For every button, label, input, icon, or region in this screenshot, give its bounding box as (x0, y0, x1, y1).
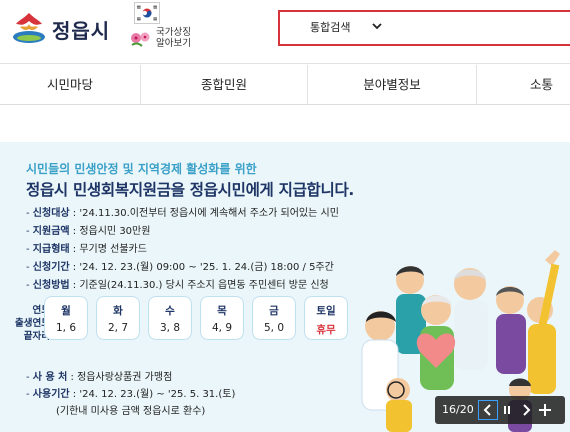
plus-icon[interactable] (536, 401, 554, 419)
slider-controls: 16/20 (435, 396, 565, 424)
pause-icon[interactable] (498, 401, 516, 419)
city-emblem-icon (13, 13, 45, 43)
detail-row: - 신청방법 : 기준일(24.11.30.) 당시 주소지 읍면동 주민센터 … (26, 280, 329, 291)
weekday-box-mon: 월 1, 6 (44, 296, 88, 340)
banner-subtitle: 시민들의 민생안정 및 지역경제 활성화를 위한 (26, 162, 257, 176)
weekday-schedule: 월 1, 6 화 2, 7 수 3, 8 목 4, 9 금 5, 0 토일 휴무 (44, 296, 364, 346)
weekday-box-fri: 금 5, 0 (252, 296, 296, 340)
usage-note: (기한내 미사용 금액 정읍시로 환수) (56, 406, 206, 417)
main-navigation: 시민마당 종합민원 분야별정보 소통 (0, 65, 570, 105)
city-name: 정읍시 (52, 19, 111, 43)
weekday-box-wed: 수 3, 8 (148, 296, 192, 340)
national-symbol-label: 국가상징 알아보기 (156, 27, 191, 49)
nav-item-communication[interactable]: 소통 (530, 65, 570, 105)
nav-item-field-info[interactable]: 분야별정보 (308, 65, 476, 105)
banner-details: - 신청대상 : '24.11.30.이전부터 정읍시에 계속해서 주소가 되어… (26, 204, 386, 294)
detail-row: - 신청기간 : '24. 12. 23.(월) 09:00 ~ '25. 1.… (26, 262, 334, 273)
detail-row: - 신청대상 : '24.11.30.이전부터 정읍시에 계속해서 주소가 되어… (26, 208, 339, 219)
detail-row: - 지급형태 : 무기명 선불카드 (26, 244, 147, 255)
chevron-left-icon[interactable] (478, 400, 498, 420)
chevron-right-icon[interactable] (517, 401, 535, 419)
usage-place-row: - 사 용 처 : 정읍사랑상품권 가맹점 (26, 372, 173, 383)
usage-details: - 사 용 처 : 정읍사랑상품권 가맹점 - 사용기간 : '24. 12. … (26, 368, 386, 419)
site-header: 정읍시 국가상징 알아보기 통합검색 (0, 0, 570, 64)
main-banner-slide[interactable]: 시민들의 민생안정 및 지역경제 활성화를 위한 정읍시 민생회복지원금을 정읍… (0, 142, 570, 432)
chevron-down-icon[interactable] (372, 21, 382, 31)
search-scope-select[interactable]: 통합검색 (310, 19, 350, 35)
nav-divider (476, 65, 477, 105)
detail-row: - 지원금액 : 정읍시민 30만원 (26, 226, 151, 237)
national-symbol-link[interactable]: 국가상징 알아보기 (128, 2, 198, 49)
weekday-box-tue: 화 2, 7 (96, 296, 140, 340)
jeongeup-logo[interactable]: 정읍시 (10, 8, 120, 46)
usage-period-row: - 사용기간 : '24. 12. 23.(월) ~ '25. 5. 31.(토… (26, 389, 236, 400)
mugunghwa-flower-icon (131, 32, 150, 47)
banner-title: 정읍시 민생회복지원금을 정읍시민에게 지급합니다. (26, 181, 354, 199)
search-input[interactable] (390, 16, 570, 40)
slide-counter: 16/20 (442, 403, 474, 416)
weekday-box-thu: 목 4, 9 (200, 296, 244, 340)
integrated-search-box: 통합검색 (278, 10, 570, 46)
korean-flag-icon (134, 2, 160, 24)
nav-item-civil-service[interactable]: 종합민원 (141, 65, 307, 105)
nav-item-citizen-plaza[interactable]: 시민마당 (0, 65, 140, 105)
